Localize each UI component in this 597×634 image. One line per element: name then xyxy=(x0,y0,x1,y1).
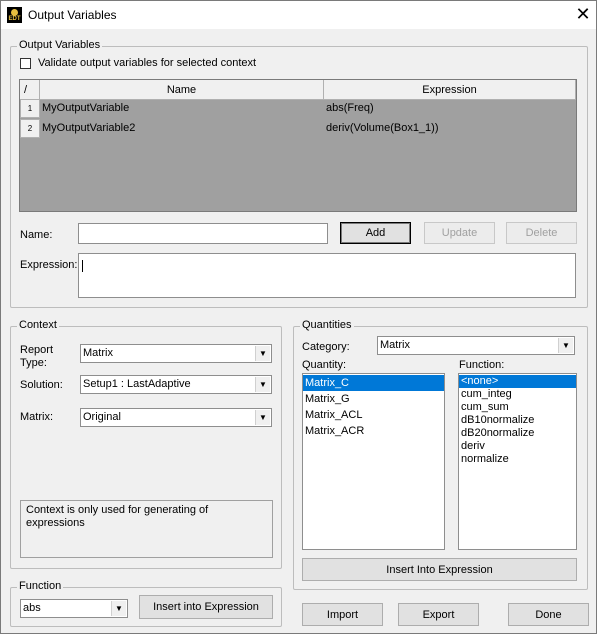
category-label: Category: xyxy=(302,341,350,353)
function-list-label: Function: xyxy=(459,359,505,371)
row-number[interactable]: 2 xyxy=(20,119,40,138)
list-item[interactable]: normalize xyxy=(459,453,576,466)
report-type-value: Matrix xyxy=(83,347,113,359)
report-type-label-line1: Report xyxy=(20,344,54,356)
solution-select[interactable]: Setup1 : LastAdaptive ▼ xyxy=(80,375,272,394)
output-variables-legend: Output Variables xyxy=(17,39,103,51)
column-header-expression[interactable]: Expression xyxy=(324,80,576,100)
list-item[interactable]: Matrix_ACR xyxy=(303,423,444,439)
validate-checkbox[interactable] xyxy=(20,58,31,69)
list-item[interactable]: dB10normalize xyxy=(459,414,576,427)
app-icon-text: EDT xyxy=(8,16,21,22)
done-button[interactable]: Done xyxy=(508,603,589,626)
title-bar[interactable]: EDT Output Variables ✕ xyxy=(1,1,596,29)
function-list[interactable]: <none> cum_integ cum_sum dB10normalize d… xyxy=(458,373,577,550)
chevron-down-icon[interactable]: ▼ xyxy=(558,338,573,353)
function-value: abs xyxy=(23,602,41,614)
name-input[interactable] xyxy=(78,223,328,244)
app-icon: EDT xyxy=(7,7,22,23)
insert-into-expression-button[interactable]: Insert Into Expression xyxy=(302,558,577,581)
table-cell-expression[interactable]: abs(Freq) xyxy=(324,99,576,118)
list-item[interactable]: Matrix_G xyxy=(303,391,444,407)
expression-input[interactable] xyxy=(78,253,576,298)
report-type-label-line2: Type: xyxy=(20,357,47,369)
table-corner-header: / xyxy=(20,80,40,100)
context-legend: Context xyxy=(17,319,59,331)
list-item[interactable]: <none> xyxy=(459,375,576,388)
list-item[interactable]: dB20normalize xyxy=(459,427,576,440)
report-type-label: Report Type: xyxy=(20,344,53,370)
chevron-down-icon[interactable]: ▼ xyxy=(255,377,270,392)
list-item[interactable]: cum_sum xyxy=(459,401,576,414)
category-value: Matrix xyxy=(380,339,410,351)
table-cell-expression[interactable]: deriv(Volume(Box1_1)) xyxy=(324,119,576,138)
quantity-list[interactable]: Matrix_C Matrix_G Matrix_ACL Matrix_ACR xyxy=(302,373,445,550)
matrix-value: Original xyxy=(83,411,121,423)
delete-button[interactable]: Delete xyxy=(506,222,577,244)
list-item[interactable]: deriv xyxy=(459,440,576,453)
matrix-label: Matrix: xyxy=(20,411,53,423)
function-select[interactable]: abs ▼ xyxy=(20,599,128,618)
list-item[interactable]: Matrix_ACL xyxy=(303,407,444,423)
quantity-label: Quantity: xyxy=(302,359,347,371)
add-button[interactable]: Add xyxy=(340,222,411,244)
context-note: Context is only used for generating of e… xyxy=(20,500,273,558)
report-type-select[interactable]: Matrix ▼ xyxy=(80,344,272,363)
validate-label: Validate output variables for selected c… xyxy=(38,57,257,69)
output-variables-dialog: EDT Output Variables ✕ Output Variables … xyxy=(0,0,597,634)
window-title: Output Variables xyxy=(28,8,117,22)
update-button[interactable]: Update xyxy=(424,222,495,244)
import-button[interactable]: Import xyxy=(302,603,383,626)
chevron-down-icon[interactable]: ▼ xyxy=(111,601,126,616)
close-icon[interactable]: ✕ xyxy=(571,3,595,25)
list-item[interactable]: cum_integ xyxy=(459,388,576,401)
function-insert-button[interactable]: Insert into Expression xyxy=(139,595,273,619)
export-button[interactable]: Export xyxy=(398,603,479,626)
chevron-down-icon[interactable]: ▼ xyxy=(255,410,270,425)
name-label: Name: xyxy=(20,229,53,241)
row-number[interactable]: 1 xyxy=(20,99,40,118)
column-header-name[interactable]: Name xyxy=(40,80,324,100)
solution-value: Setup1 : LastAdaptive xyxy=(83,378,191,390)
table-cell-name[interactable]: MyOutputVariable2 xyxy=(40,119,324,138)
list-item[interactable]: Matrix_C xyxy=(303,375,444,391)
matrix-select[interactable]: Original ▼ xyxy=(80,408,272,427)
output-variables-table[interactable]: / Name Expression 1 MyOutputVariable abs… xyxy=(19,79,577,212)
text-cursor xyxy=(82,260,83,272)
expression-label: Expression: xyxy=(20,259,78,271)
solution-label: Solution: xyxy=(20,379,63,391)
quantities-legend: Quantities xyxy=(300,319,354,331)
category-select[interactable]: Matrix ▼ xyxy=(377,336,575,355)
function-legend: Function xyxy=(17,580,64,592)
table-cell-name[interactable]: MyOutputVariable xyxy=(40,99,324,118)
chevron-down-icon[interactable]: ▼ xyxy=(255,346,270,361)
